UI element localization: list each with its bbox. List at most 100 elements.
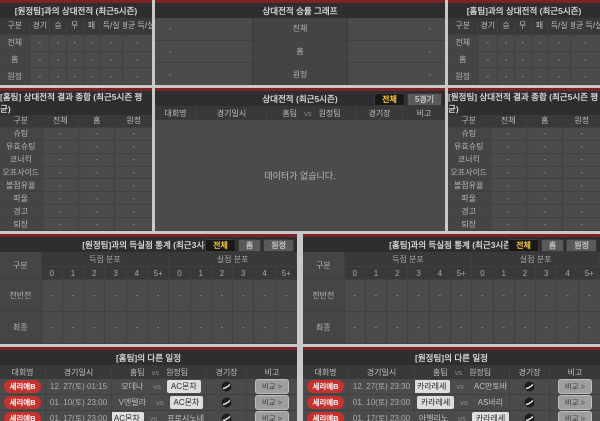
match-datetime: 01. 17(토) 23:00 (46, 411, 112, 421)
tab-원정[interactable]: 원정 (263, 239, 294, 252)
value-cell: - (527, 192, 564, 206)
stadium-icon[interactable] (221, 381, 232, 392)
column-header: 경기 (30, 18, 51, 35)
note-cell: 비교 > (550, 411, 600, 421)
value-cell: - (100, 68, 124, 85)
value-cell: - (79, 166, 116, 180)
value-cell: - (105, 312, 127, 344)
home-team-header: 홈팀 (129, 367, 145, 377)
value-cell: - (527, 179, 564, 193)
table-row: 원정 - - - - - - (448, 68, 600, 85)
bin-header: 2 (211, 267, 234, 280)
panel-title: [원정팀]의 다른 일정 (415, 352, 488, 363)
bin-header: 2 (514, 267, 537, 280)
compare-button[interactable]: 비교 > (557, 411, 593, 421)
tab-홈[interactable]: 홈 (237, 239, 262, 252)
row-label: 퇴장 (448, 218, 491, 231)
column-header: 평균 득/실 (123, 18, 152, 35)
column-header: 패 (83, 18, 101, 35)
value-cell: - (100, 34, 124, 52)
value-cell: - (79, 205, 116, 219)
value-cell: - (50, 51, 67, 69)
stadium-column-header: 경기장 (510, 365, 550, 379)
h2h-vs-away-table: 구분경기승무패득/실평균 득/실전체------홈------원정------ (0, 18, 152, 85)
compare-button[interactable]: 비교 > (254, 379, 290, 394)
row-label: 슈팅 (0, 127, 43, 141)
tab-5경기[interactable]: 5경기 (406, 93, 442, 106)
league-column-header: 대회명 (0, 365, 46, 379)
table-header-row: 구분경기승무패득/실평균 득/실 (0, 18, 152, 35)
away-team-name: 카라레세 (471, 412, 509, 421)
match-column-header: 홈팀 vs 원정팀 (415, 365, 510, 379)
league-cell: 세리에B (303, 395, 349, 410)
value-cell: - (490, 140, 528, 154)
home-team-header: 홈팀 (432, 367, 448, 377)
value-cell: - (66, 68, 84, 85)
bin-header: 5+ (578, 267, 600, 280)
column-header: 전체 (42, 115, 80, 128)
stadium-icon[interactable] (524, 413, 535, 421)
goals-table-header: 구분 득점 분포 실점 분포 0 1 2 3 4 5+ 0 1 2 3 4 5+ (303, 252, 600, 280)
league-badge: 세리에B (307, 396, 344, 409)
value-cell: - (571, 35, 600, 52)
compare-button[interactable]: 비교 > (254, 411, 290, 421)
value-cell: - (548, 51, 572, 69)
value-cell: - (84, 312, 106, 344)
value-cell: - (42, 192, 80, 206)
note-column-header: 비고 (567, 367, 583, 377)
value-cell: - (83, 34, 101, 52)
tab-전체[interactable]: 전체 (508, 239, 539, 252)
value-cell: - (531, 68, 549, 85)
bin-header: 0 (41, 267, 63, 280)
value-cell: - (527, 140, 564, 154)
away-team-name: 프로시노네 (167, 414, 205, 421)
schedule-home-header: 대회명 경기일시 홈팀 vs 원정팀 경기장 비고 (0, 365, 297, 379)
goals-row: 최종 - - - - - - - - - - - - (0, 312, 297, 344)
home-team-header: 홈팀 (282, 108, 298, 118)
column-header: 원정 (563, 115, 600, 128)
match-cell: V엔텔라 vs AC몬차 (112, 395, 207, 410)
value-cell: - (79, 218, 116, 231)
group-header: 득점 분포 (41, 252, 170, 267)
bin-header: 0 (472, 267, 494, 280)
value-cell: - (451, 280, 473, 312)
bin-header: 4 (126, 267, 148, 280)
value-cell: - (190, 312, 212, 344)
value-cell: - (478, 51, 499, 69)
column-header: 경기 (478, 18, 499, 35)
stadium-icon[interactable] (524, 397, 535, 408)
stadium-icon[interactable] (221, 413, 232, 421)
value-cell: - (563, 128, 600, 141)
value-cell: - (233, 312, 255, 344)
value-cell: - (254, 312, 276, 344)
tab-전체[interactable]: 전체 (374, 93, 405, 106)
tab-원정[interactable]: 원정 (566, 239, 597, 252)
bin-header: 1 (493, 267, 515, 280)
value-cell: - (344, 280, 366, 312)
tab-홈[interactable]: 홈 (540, 239, 565, 252)
compare-button[interactable]: 비교 > (557, 379, 593, 394)
panel-title-bar: 상대전적 승률 그래프 (155, 3, 445, 18)
panel-title-bar: [원정팀]과의 득실점 통계 (최근3시즌) 전체 홈 원정 (0, 237, 297, 252)
stadium-icon[interactable] (221, 397, 232, 408)
stadium-icon[interactable] (524, 381, 535, 392)
table-row: 볼점유율 - - - (0, 179, 152, 193)
panel-schedule-away: [원정팀]의 다른 일정 대회명 경기일시 홈팀 vs 원정팀 경기장 비고 세리에B 12.… (303, 347, 600, 421)
league-badge: 세리에B (4, 396, 41, 409)
tab-전체[interactable]: 전체 (205, 239, 236, 252)
value-cell: - (563, 205, 600, 219)
goals-vs-away-table: 구분 득점 분포 실점 분포 0 1 2 3 4 5+ 0 1 2 3 4 5+ 전반전 - - - - - - - - - - -… (0, 252, 297, 344)
stadium-cell (207, 411, 247, 421)
panel-summary-home: [홈팀] 상대전적 결과 종합 (최근5시즌 평균) 구분 전체 홈 원정 슈팅 - - - 유… (0, 88, 152, 231)
match-datetime: 12. 27(토) 23:30 (349, 379, 415, 394)
vs-label: vs (151, 367, 160, 377)
bin-header: 3 (105, 267, 127, 280)
schedule-away-rows: 세리에B 12. 27(토) 23:30 카라레세 vs AC만토바 비교 > 세리에B 01… (303, 379, 600, 421)
row-label: 원정 (448, 68, 479, 85)
compare-button[interactable]: 비교 > (254, 395, 290, 410)
compare-button[interactable]: 비교 > (557, 395, 593, 410)
value-cell: - (490, 153, 528, 167)
table-row: 코너킥 - - - (448, 153, 600, 167)
stadium-cell (207, 395, 247, 410)
group-header: 득점 분포 (344, 252, 473, 267)
